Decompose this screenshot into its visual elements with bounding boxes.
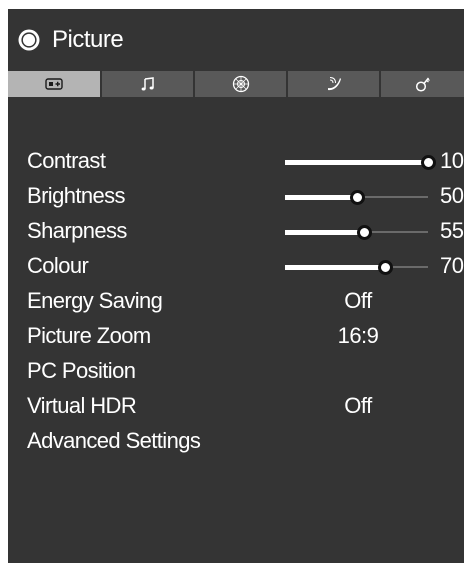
menu-item-picture-zoom[interactable]: Picture Zoom 16:9 <box>8 319 464 354</box>
colour-slider[interactable] <box>285 257 428 277</box>
virtual-hdr-value: Off <box>344 393 372 418</box>
virtual-hdr-label: Virtual HDR <box>27 393 137 418</box>
colour-label: Colour <box>27 253 89 278</box>
contrast-value: 100 <box>440 148 464 173</box>
colour-value: 70 <box>440 253 464 278</box>
brightness-label: Brightness <box>27 183 126 208</box>
slider-knob[interactable] <box>378 260 393 275</box>
slider-fill <box>285 265 385 270</box>
menu-item-colour[interactable]: Colour 70 <box>8 249 464 284</box>
menu-list: Contrast 100 Brightness 50 Sharpness <box>8 9 464 563</box>
slider-fill <box>285 195 357 200</box>
picture-zoom-value: 16:9 <box>337 323 379 348</box>
slider-fill <box>285 230 364 235</box>
menu-item-pc-position[interactable]: PC Position <box>8 354 464 389</box>
pc-position-label: PC Position <box>27 358 136 383</box>
slider-fill <box>285 160 428 165</box>
advanced-settings-label: Advanced Settings <box>27 428 201 453</box>
energy-saving-value: Off <box>344 288 372 313</box>
menu-item-sharpness[interactable]: Sharpness 55 <box>8 214 464 249</box>
menu-item-brightness[interactable]: Brightness 50 <box>8 179 464 214</box>
slider-knob[interactable] <box>350 190 365 205</box>
slider-knob[interactable] <box>421 155 436 170</box>
menu-item-contrast[interactable]: Contrast 100 <box>8 144 464 179</box>
brightness-value: 50 <box>440 183 464 208</box>
contrast-slider[interactable] <box>285 152 436 172</box>
menu-item-energy-saving[interactable]: Energy Saving Off <box>8 284 464 319</box>
contrast-label: Contrast <box>27 148 106 173</box>
sharpness-value: 55 <box>440 218 464 243</box>
picture-menu-panel: Picture Contrast 10 Brightness 50 Sharpn… <box>8 9 464 563</box>
menu-item-advanced-settings[interactable]: Advanced Settings <box>8 424 464 459</box>
picture-zoom-label: Picture Zoom <box>27 323 151 348</box>
menu-item-virtual-hdr[interactable]: Virtual HDR Off <box>8 389 464 424</box>
sharpness-slider[interactable] <box>285 222 428 242</box>
slider-knob[interactable] <box>357 225 372 240</box>
energy-saving-label: Energy Saving <box>27 288 163 313</box>
sharpness-label: Sharpness <box>27 218 127 243</box>
brightness-slider[interactable] <box>285 187 428 207</box>
